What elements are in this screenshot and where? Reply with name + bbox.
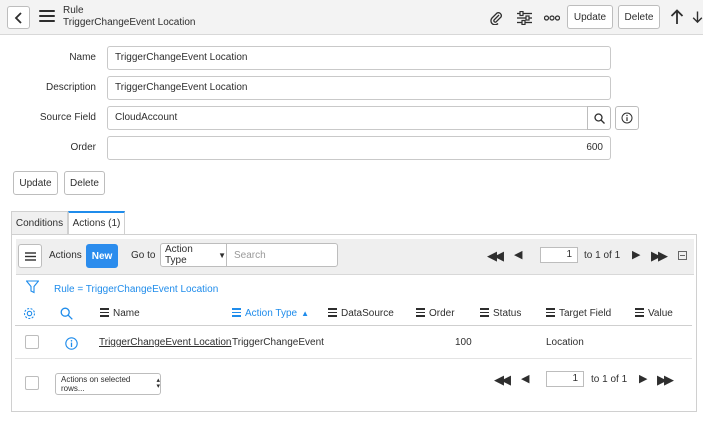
form-delete-button[interactable]: Delete [64, 171, 105, 195]
record-type: Rule [63, 5, 84, 16]
list-context-menu-button[interactable] [18, 244, 42, 268]
context-menu-icon[interactable] [39, 10, 55, 24]
new-button[interactable]: New [86, 244, 118, 268]
arrow-up-icon[interactable] [668, 8, 686, 26]
column-label: DataSource [341, 308, 394, 319]
row-preview-info-icon[interactable] [64, 336, 79, 351]
row-action-type: TriggerChangeEvent [232, 337, 324, 348]
previous-page-icon[interactable]: ◀ [514, 248, 522, 261]
bottom-page-count: to 1 of 1 [591, 374, 628, 385]
first-page-icon[interactable]: ◀◀ [487, 248, 504, 264]
collapse-list-icon[interactable] [678, 251, 687, 260]
info-icon [621, 112, 633, 124]
row-name-link[interactable]: TriggerChangeEvent Location [99, 337, 232, 348]
source-field-info-button[interactable] [615, 106, 639, 130]
page-number-input[interactable]: 1 [540, 247, 578, 263]
column-header-name[interactable]: Name [100, 308, 140, 319]
record-title: Rule TriggerChangeEvent Location [63, 5, 196, 29]
column-menu-icon [635, 308, 644, 319]
select-all-checkbox[interactable] [25, 376, 39, 390]
list-search-input[interactable]: Search [226, 243, 338, 267]
tab-actions[interactable]: Actions (1) [68, 211, 125, 235]
goto-field-select[interactable]: Action Type ▼ [160, 243, 227, 267]
column-header-value[interactable]: Value [635, 308, 673, 319]
actions-select-label: Actions on selected rows... [61, 375, 131, 393]
column-label: Target Field [559, 308, 612, 319]
filter-icon[interactable] [25, 279, 39, 295]
filter-breadcrumb[interactable]: Rule = TriggerChangeEvent Location [54, 284, 218, 295]
next-page-icon[interactable]: ▶ [632, 248, 640, 261]
header-update-button[interactable]: Update [567, 5, 613, 29]
column-menu-icon [100, 308, 109, 319]
description-label: Description [45, 82, 96, 93]
order-field[interactable]: 600 [107, 136, 611, 160]
more-options-icon[interactable] [543, 9, 561, 27]
record-name: TriggerChangeEvent Location [63, 17, 196, 28]
column-label: Status [493, 308, 522, 319]
column-header-target-field[interactable]: Target Field [546, 308, 611, 319]
back-button[interactable] [7, 6, 30, 29]
row-order: 100 [455, 337, 472, 348]
search-icon [593, 112, 605, 124]
tab-conditions[interactable]: Conditions [11, 211, 68, 235]
description-field[interactable]: TriggerChangeEvent Location [107, 76, 611, 100]
row-target-field: Location [546, 337, 584, 348]
description-row: Description TriggerChangeEvent Location [0, 76, 703, 100]
last-page-icon[interactable]: ▶▶ [651, 248, 668, 264]
source-field-row: Source Field CloudAccount [0, 106, 703, 130]
form-update-button[interactable]: Update [13, 171, 58, 195]
bottom-first-page-icon[interactable]: ◀◀ [494, 372, 511, 388]
column-menu-icon [480, 308, 489, 319]
source-field-input[interactable]: CloudAccount [107, 106, 588, 130]
column-header-status[interactable]: Status [480, 308, 521, 319]
column-header-order[interactable]: Order [416, 308, 455, 319]
order-label: Order [70, 142, 96, 153]
chevron-left-icon [14, 11, 22, 24]
actions-on-selected-select[interactable]: Actions on selected rows... ▴ ▾ [55, 373, 161, 395]
bottom-last-page-icon[interactable]: ▶▶ [657, 372, 674, 388]
goto-field-value: Action Type [165, 244, 193, 266]
source-field-lookup-button[interactable] [587, 106, 611, 130]
dropdown-icon: ▼ [218, 250, 226, 260]
hamburger-icon [24, 251, 36, 261]
form-header: Rule TriggerChangeEvent Location Update … [0, 0, 703, 35]
column-menu-icon [232, 308, 241, 319]
select-arrows-icon: ▴ ▾ [156, 377, 160, 390]
goto-label: Go to [131, 250, 156, 261]
row-divider [15, 358, 692, 359]
column-label: Order [429, 308, 455, 319]
settings-sliders-icon[interactable] [515, 9, 533, 27]
column-header-action-type[interactable]: Action Type ▲ [232, 308, 309, 319]
column-menu-icon [328, 308, 337, 319]
name-row: Name TriggerChangeEvent Location [0, 46, 703, 70]
order-row: Order 600 [0, 136, 703, 160]
paperclip-icon[interactable] [487, 9, 505, 27]
source-field-label: Source Field [39, 112, 96, 123]
column-menu-icon [416, 308, 425, 319]
header-delete-button[interactable]: Delete [618, 5, 660, 29]
row-checkbox[interactable] [25, 335, 39, 349]
name-label: Name [69, 52, 96, 63]
personalize-list-gear-icon[interactable] [22, 306, 36, 320]
bottom-next-page-icon[interactable]: ▶ [639, 372, 647, 385]
arrow-down-icon[interactable] [692, 8, 703, 26]
column-search-icon[interactable] [59, 306, 73, 320]
column-label: Action Type [245, 308, 298, 319]
sort-ascending-icon: ▲ [301, 309, 309, 318]
name-field[interactable]: TriggerChangeEvent Location [107, 46, 611, 70]
page-count: to 1 of 1 [584, 250, 621, 261]
bottom-page-number-input[interactable]: 1 [546, 371, 584, 387]
column-label: Name [113, 308, 140, 319]
column-label: Value [648, 308, 673, 319]
column-menu-icon [546, 308, 555, 319]
bottom-previous-page-icon[interactable]: ◀ [521, 372, 529, 385]
list-title: Actions [49, 250, 82, 261]
column-header-datasource[interactable]: DataSource [328, 308, 394, 319]
header-divider [15, 325, 692, 326]
